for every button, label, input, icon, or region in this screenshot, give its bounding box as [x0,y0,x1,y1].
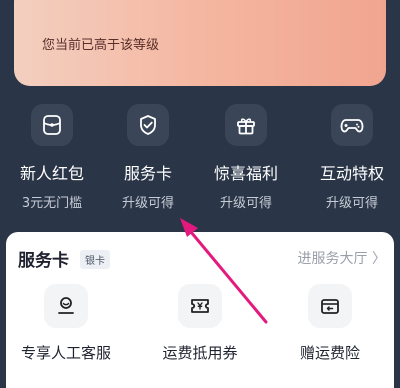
benefits-row: 新人红包 3元无门槛 服务卡 升级可得 惊喜福利 升级可得 互动特权 升级可得 [0,104,400,214]
service-item-shipping-insurance[interactable]: 赠运费险 [270,284,390,363]
silver-card-badge: 银卡 [80,250,110,269]
box-return-icon [308,284,352,328]
gift-icon [225,104,267,146]
benefit-subtitle: 升级可得 [325,196,378,211]
benefit-new-user-redpacket[interactable]: 新人红包 3元无门槛 [4,104,100,211]
benefit-name: 惊喜福利 [213,164,278,183]
member-level-card: 您当前已高于该等级 [14,0,386,86]
benefit-name: 新人红包 [19,164,84,183]
service-item-shipping-coupon[interactable]: 运费抵用券 [140,284,260,363]
service-card-title: 服务卡 [18,251,69,271]
benefit-name: 互动特权 [319,164,384,183]
customer-service-icon [44,284,88,328]
service-card-panel: 服务卡 银卡 进服务大厅 〉 专享人工客服 运费抵用券 赠运费险 [6,232,394,388]
benefit-interactive-privilege[interactable]: 互动特权 升级可得 [304,104,400,211]
benefit-surprise-welfare[interactable]: 惊喜福利 升级可得 [198,104,294,211]
wallet-icon [31,104,73,146]
benefit-service-card[interactable]: 服务卡 升级可得 [100,104,196,211]
benefit-subtitle: 3元无门槛 [21,196,83,211]
benefit-subtitle: 升级可得 [121,196,174,211]
service-item-label: 赠运费险 [299,344,360,362]
service-item-label: 运费抵用券 [162,344,238,362]
gamepad-icon [331,104,373,146]
service-hall-link[interactable]: 进服务大厅 〉 [298,248,386,268]
coupon-icon [178,284,222,328]
benefit-subtitle: 升级可得 [219,196,272,211]
shield-check-icon [127,104,169,146]
level-status-text: 您当前已高于该等级 [42,38,160,53]
benefit-name: 服务卡 [123,164,172,183]
service-item-label: 专享人工客服 [20,344,111,362]
service-item-customer-service[interactable]: 专享人工客服 [6,284,126,363]
